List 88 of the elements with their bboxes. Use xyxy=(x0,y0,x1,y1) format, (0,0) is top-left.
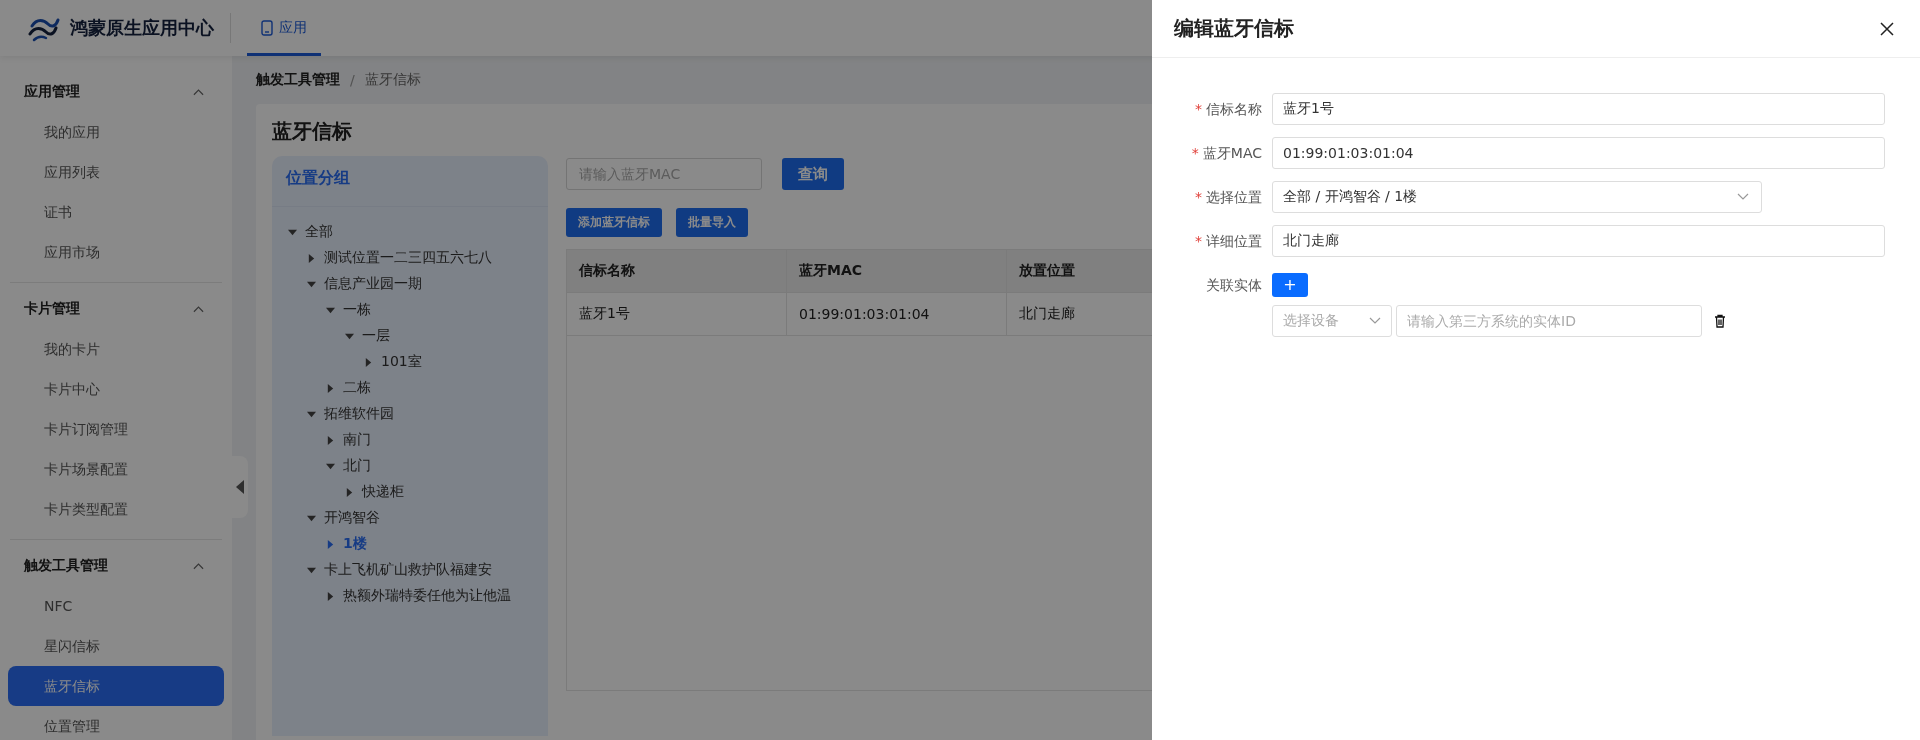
triangle-right-icon[interactable] xyxy=(307,253,316,263)
tree-node[interactable]: 101室 xyxy=(381,353,422,371)
sidebar-group-title[interactable]: 卡片管理 xyxy=(24,300,80,318)
chevron-down-icon xyxy=(1369,317,1381,325)
column-header: 信标名称 xyxy=(567,250,787,292)
query-button[interactable]: 查询 xyxy=(782,158,844,190)
table-cell: 01:99:01:03:01:04 xyxy=(787,293,1007,335)
location-select[interactable]: 全部 / 开鸿智谷 / 1楼 xyxy=(1272,181,1762,213)
required-asterisk: * xyxy=(1195,189,1202,205)
triangle-left-icon xyxy=(236,480,244,494)
triangle-down-icon[interactable] xyxy=(326,305,335,315)
sidebar-item[interactable]: 应用市场 xyxy=(8,232,224,272)
required-asterisk: * xyxy=(1195,101,1202,117)
chevron-down-icon xyxy=(1737,193,1749,201)
sidebar-item[interactable]: 卡片中心 xyxy=(8,369,224,409)
tree-node[interactable]: 快递柜 xyxy=(362,483,404,501)
field-label: 蓝牙MAC xyxy=(1202,145,1262,161)
toolbar-button[interactable]: 批量导入 xyxy=(676,208,748,237)
breadcrumb-link[interactable]: 触发工具管理 xyxy=(256,71,340,89)
tree-node[interactable]: 全部 xyxy=(305,223,333,241)
input-field[interactable]: 蓝牙1号 xyxy=(1272,93,1885,125)
triangle-down-icon[interactable] xyxy=(288,227,297,237)
entity-id-field[interactable]: 请输入第三方系统的实体ID xyxy=(1396,305,1702,337)
sidebar-item[interactable]: 应用列表 xyxy=(8,152,224,192)
triangle-down-icon[interactable] xyxy=(307,513,316,523)
table-cell: 蓝牙1号 xyxy=(567,293,787,335)
toolbar-button[interactable]: 添加蓝牙信标 xyxy=(566,208,662,237)
tree-node[interactable]: 1楼 xyxy=(343,535,367,553)
trash-icon[interactable] xyxy=(1714,314,1726,328)
tree-node[interactable]: 开鸿智谷 xyxy=(324,509,380,527)
field-label: 选择位置 xyxy=(1206,189,1262,205)
sidebar-group-title[interactable]: 应用管理 xyxy=(24,83,80,101)
app-title: 鸿蒙原生应用中心 xyxy=(70,16,214,40)
collapse-handle[interactable] xyxy=(232,456,248,518)
sidebar-item[interactable]: NFC xyxy=(8,586,224,626)
panel-title: 位置分组 xyxy=(272,156,548,207)
nav-tab[interactable]: 应用 xyxy=(247,0,321,56)
triangle-right-icon[interactable] xyxy=(326,435,335,445)
triangle-down-icon[interactable] xyxy=(345,331,354,341)
sidebar-item[interactable]: 蓝牙信标 xyxy=(8,666,224,706)
input-field[interactable]: 北门走廊 xyxy=(1272,225,1885,257)
sidebar-item[interactable]: 卡片场景配置 xyxy=(8,449,224,489)
chevron-up-icon[interactable] xyxy=(193,562,204,570)
required-asterisk: * xyxy=(1195,233,1202,249)
column-header: 放置位置 xyxy=(1018,261,1076,280)
column-header: 蓝牙MAC xyxy=(787,250,1007,292)
drawer-title: 编辑蓝牙信标 xyxy=(1174,15,1294,42)
input-field[interactable]: 01:99:01:03:01:04 xyxy=(1272,137,1885,169)
sidebar-item[interactable]: 我的应用 xyxy=(8,112,224,152)
tree-node[interactable]: 信息产业园一期 xyxy=(324,275,422,293)
sidebar-item[interactable]: 位置管理 xyxy=(8,706,224,740)
tree-node[interactable]: 一层 xyxy=(362,327,390,345)
tree-node[interactable]: 北门 xyxy=(343,457,371,475)
device-select[interactable]: 选择设备 xyxy=(1272,305,1392,337)
sidebar-item[interactable]: 证书 xyxy=(8,192,224,232)
required-asterisk: * xyxy=(1191,145,1199,161)
triangle-down-icon[interactable] xyxy=(307,409,316,419)
add-button[interactable]: + xyxy=(1272,273,1308,297)
field-label: 信标名称 xyxy=(1206,101,1262,117)
triangle-right-icon[interactable] xyxy=(364,357,373,367)
tree-node[interactable]: 卡上飞机矿山救护队福建安 xyxy=(324,561,492,579)
triangle-right-icon[interactable] xyxy=(326,539,335,549)
field-label: 关联实体 xyxy=(1206,277,1262,293)
chevron-up-icon[interactable] xyxy=(193,88,204,96)
tree-node[interactable]: 二栋 xyxy=(343,379,371,397)
page-title: 蓝牙信标 xyxy=(272,118,352,145)
sidebar-item[interactable]: 我的卡片 xyxy=(8,329,224,369)
tree-node[interactable]: 一栋 xyxy=(343,301,371,319)
triangle-right-icon[interactable] xyxy=(326,383,335,393)
sidebar-group-title[interactable]: 触发工具管理 xyxy=(24,557,108,575)
tree-node[interactable]: 南门 xyxy=(343,431,371,449)
triangle-right-icon[interactable] xyxy=(326,591,335,601)
breadcrumb-separator: / xyxy=(350,72,355,88)
field-label: 详细位置 xyxy=(1206,233,1262,249)
triangle-down-icon[interactable] xyxy=(307,279,316,289)
triangle-down-icon[interactable] xyxy=(326,461,335,471)
sidebar-item[interactable]: 卡片类型配置 xyxy=(8,489,224,529)
tree-node[interactable]: 测试位置一二三四五六七八 xyxy=(324,249,492,267)
phone-icon xyxy=(261,20,273,36)
sidebar-item[interactable]: 卡片订阅管理 xyxy=(8,409,224,449)
triangle-right-icon[interactable] xyxy=(345,487,354,497)
tree-node[interactable]: 拓维软件园 xyxy=(324,405,394,423)
chevron-up-icon[interactable] xyxy=(193,305,204,313)
sidebar-item[interactable]: 星闪信标 xyxy=(8,626,224,666)
close-icon[interactable] xyxy=(1880,21,1894,36)
tree-node[interactable]: 热额外瑞特委任他为让他温 xyxy=(343,587,511,605)
table-cell-text: 北门走廊 xyxy=(1018,304,1076,323)
triangle-down-icon[interactable] xyxy=(307,565,316,575)
